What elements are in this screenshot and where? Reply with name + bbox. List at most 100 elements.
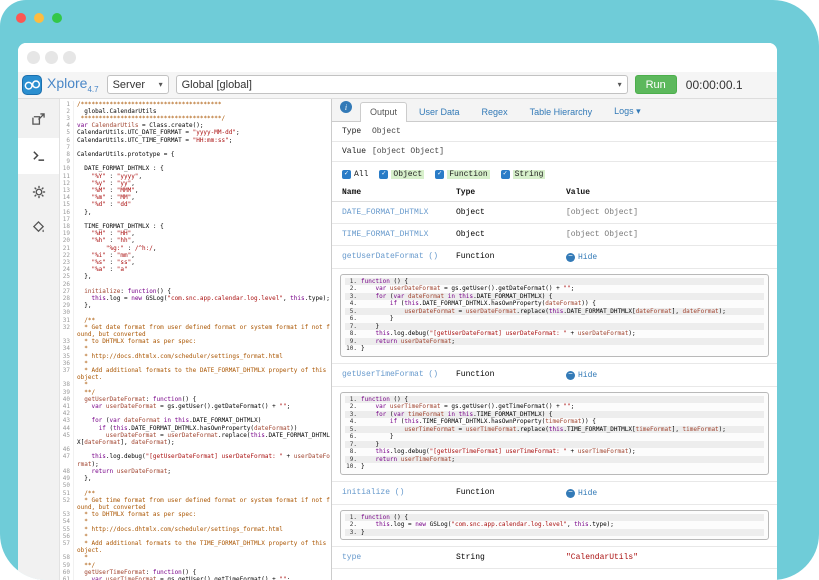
code-line-number: 3. [345, 529, 361, 537]
line-number: 5 [60, 129, 74, 136]
line-number: 22 [60, 252, 74, 259]
code-line: 25 }, [60, 273, 331, 280]
code-line: 28 this.log = new GSLog("com.snc.app.cal… [60, 295, 331, 302]
tab-user-data[interactable]: User Data [409, 102, 470, 121]
paint-bucket-icon[interactable] [18, 210, 59, 246]
line-number: 12 [60, 180, 74, 187]
app-version: 4.7 [87, 85, 98, 94]
property-link[interactable]: initialize () [342, 488, 404, 497]
string-value: "CalendarUtils" [566, 553, 638, 562]
code-line-number: 3. [345, 411, 361, 419]
property-type: Object [456, 208, 566, 217]
line-number: 15 [60, 201, 74, 208]
run-button[interactable]: Run [635, 75, 677, 94]
line-number: 56 [60, 533, 74, 540]
type-value: Object [372, 127, 401, 136]
code-line: 48 return userDateFormat; [60, 468, 331, 475]
line-number: 19 [60, 230, 74, 237]
code-line: 20 "%h" : "hh", [60, 237, 331, 244]
output-code-line: 6. } [345, 315, 764, 323]
execution-timer: 00:00:00.1 [686, 78, 743, 92]
line-number: 7 [60, 144, 74, 151]
code-line: 21 "%g:" : /^h:/, [60, 245, 331, 252]
close-window-icon[interactable] [16, 13, 26, 23]
code-line: 61 var userTimeFormat = gs.getUser().get… [60, 576, 331, 580]
code-line-number: 1. [345, 514, 361, 522]
tab-table-hierarchy[interactable]: Table Hierarchy [520, 102, 603, 121]
open-in-new-icon[interactable] [18, 102, 59, 138]
code-line: 17 [60, 216, 331, 223]
code-line: 60 getUserTimeFormat: function() { [60, 569, 331, 576]
scope-select[interactable]: Global [global]▾ [176, 75, 628, 94]
code-line-number: 9. [345, 456, 361, 464]
property-link[interactable]: TIME_FORMAT_DHTMLX [342, 230, 428, 239]
line-number: 11 [60, 173, 74, 180]
code-editor[interactable]: 1/**************************************… [60, 99, 331, 580]
line-number: 37 [60, 367, 74, 381]
filter-string[interactable]: ✓String [501, 170, 546, 179]
server-select[interactable]: Server▾ [107, 75, 169, 94]
gear-icon[interactable] [18, 174, 59, 210]
code-line: 37 * Add additional formats to the DATE_… [60, 367, 331, 381]
line-number: 49 [60, 475, 74, 482]
filter-object[interactable]: ✓Object [379, 170, 424, 179]
code-line: 57 * Add additional formats to the TIME_… [60, 540, 331, 554]
info-icon[interactable]: i [340, 101, 352, 113]
col-header-name: Name [342, 188, 456, 197]
tab-output[interactable]: Output [360, 102, 407, 122]
function-source-section: 1.function () {2. this.log = new GSLog("… [332, 510, 777, 548]
checkbox-checked-icon[interactable]: ✓ [342, 170, 351, 179]
property-type: Function [456, 252, 566, 261]
line-number: 46 [60, 446, 74, 453]
line-number: 29 [60, 302, 74, 309]
output-code-line: 8. this.log.debug("[getUserTimeFormat] u… [345, 448, 764, 456]
code-line: 8CalendarUtils.prototype = { [60, 151, 331, 158]
hide-link[interactable]: −Hide [566, 489, 597, 498]
collapse-icon[interactable]: − [566, 489, 575, 498]
collapse-icon[interactable]: − [566, 253, 575, 262]
line-number: 40 [60, 396, 74, 403]
code-line-number: 1. [345, 396, 361, 404]
property-link[interactable]: getUserDateFormat () [342, 252, 438, 261]
code-line: 43 for (var dateFormat in this.DATE_FORM… [60, 417, 331, 424]
output-code-line: 6. } [345, 433, 764, 441]
hide-link[interactable]: −Hide [566, 371, 597, 380]
tab-logs[interactable]: Logs ▾ [604, 101, 651, 121]
tab-regex[interactable]: Regex [472, 102, 518, 121]
checkbox-checked-icon[interactable]: ✓ [501, 170, 510, 179]
code-line-number: 3. [345, 293, 361, 301]
output-code-line: 1.function () { [345, 278, 764, 286]
filter-all[interactable]: ✓All [342, 170, 368, 179]
code-line: 11 "%Y" : "yyyy", [60, 173, 331, 180]
property-type: Function [456, 488, 566, 497]
chrome-dot [63, 51, 76, 64]
code-line: 50 [60, 482, 331, 489]
checkbox-checked-icon[interactable]: ✓ [379, 170, 388, 179]
output-body: Type Object Value [object Object] ✓All✓O… [332, 122, 777, 580]
property-link[interactable]: DATE_FORMAT_DHTMLX [342, 208, 428, 217]
collapse-icon[interactable]: − [566, 371, 575, 380]
maximize-window-icon[interactable] [52, 13, 62, 23]
code-line-number: 7. [345, 323, 361, 331]
line-number: 10 [60, 165, 74, 172]
code-line: 39 **/ [60, 389, 331, 396]
hide-link[interactable]: −Hide [566, 253, 597, 262]
main-content: 1/**************************************… [18, 99, 777, 580]
code-line: 3 **************************************… [60, 115, 331, 122]
code-line-number: 5. [345, 308, 361, 316]
terminal-icon[interactable] [18, 138, 59, 174]
value-label: Value [342, 147, 372, 156]
result-type-row: Type Object [332, 122, 777, 142]
output-code-line: 2. var userTimeFormat = gs.getUser().get… [345, 403, 764, 411]
line-number: 30 [60, 309, 74, 316]
checkbox-checked-icon[interactable]: ✓ [435, 170, 444, 179]
property-link[interactable]: getUserTimeFormat () [342, 370, 438, 379]
table-row: getUserDateFormat () Function−Hide [332, 246, 777, 269]
line-number: 27 [60, 288, 74, 295]
minimize-window-icon[interactable] [34, 13, 44, 23]
filter-function[interactable]: ✓Function [435, 170, 489, 179]
property-link[interactable]: type [342, 553, 361, 562]
code-line: 23 "%s" : "ss", [60, 259, 331, 266]
line-number: 28 [60, 295, 74, 302]
table-row: TIME_FORMAT_DHTMLXObject[object Object] [332, 224, 777, 246]
